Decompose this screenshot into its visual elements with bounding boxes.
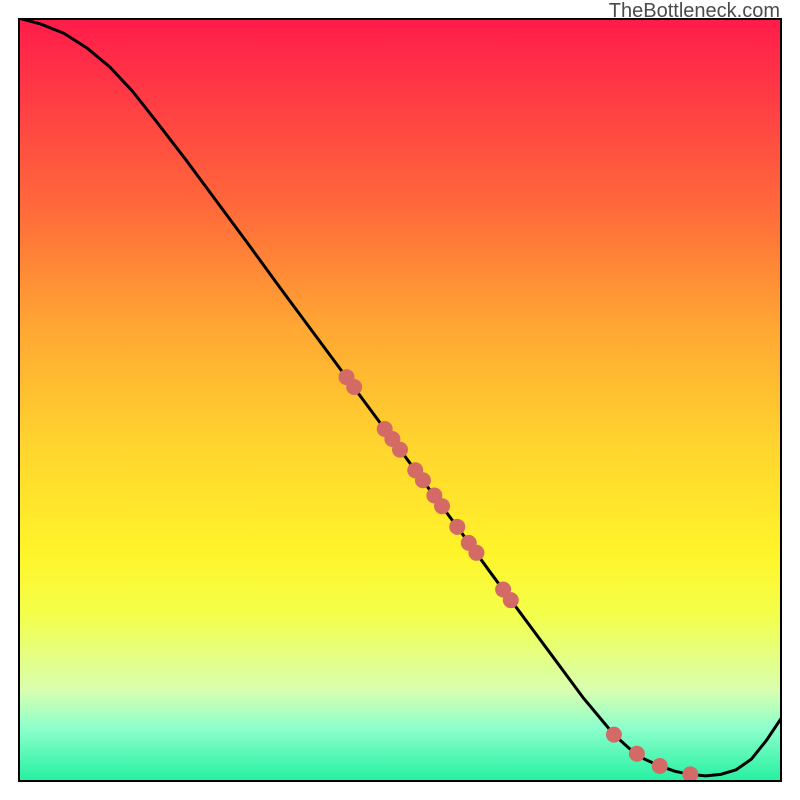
chart-container: TheBottleneck.com (0, 0, 800, 800)
attribution-label: TheBottleneck.com (609, 0, 780, 23)
plot-background-gradient (18, 18, 782, 782)
